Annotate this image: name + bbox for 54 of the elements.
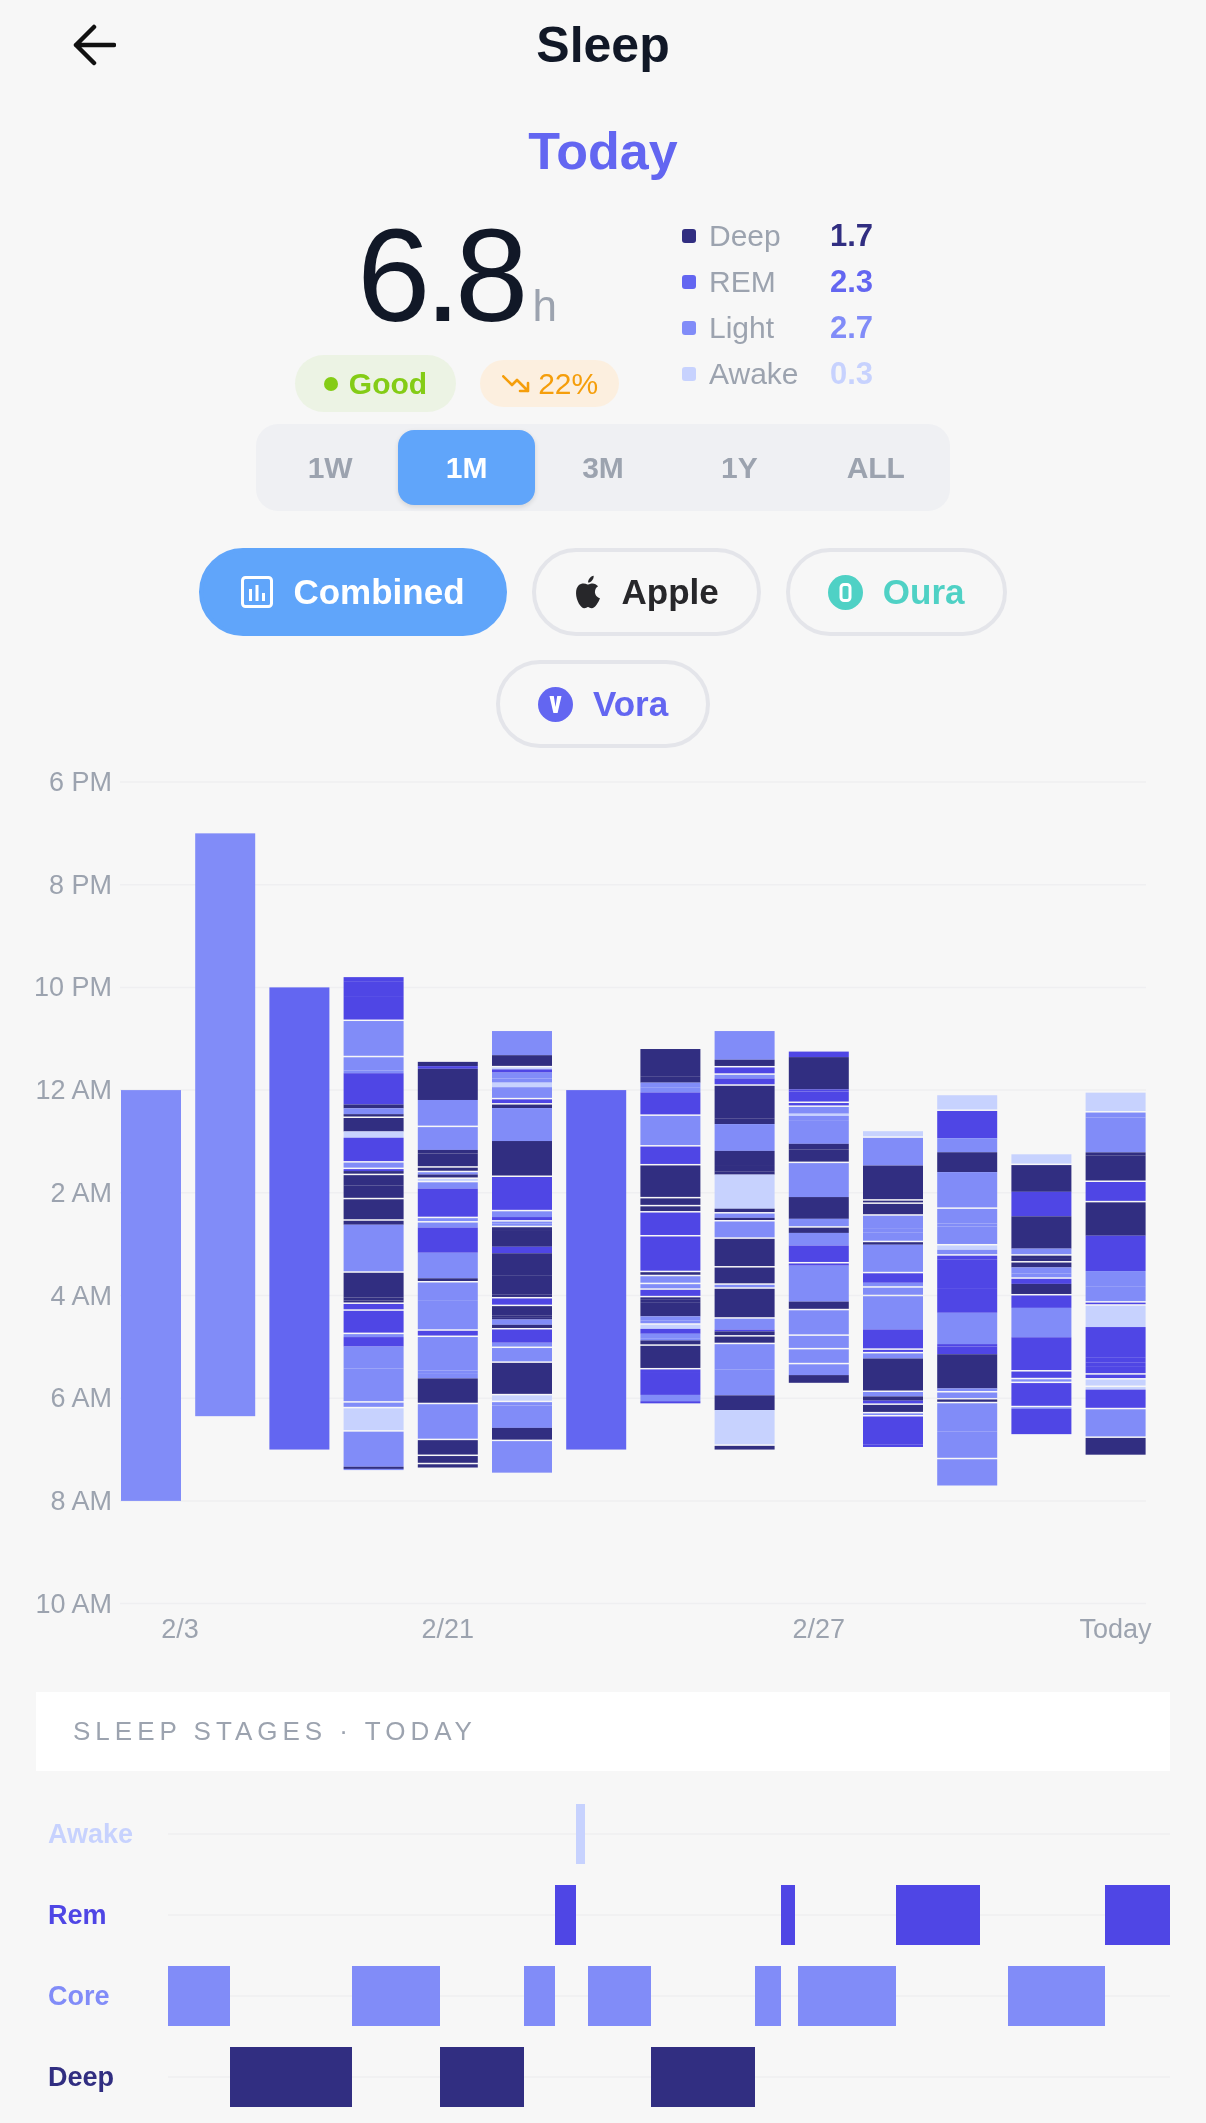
stage-segment [781,1885,795,1945]
y-axis-label: 4 AM [50,1280,112,1311]
ring-badge-icon [827,574,863,610]
trend-down-icon [502,374,531,393]
v-badge-icon [537,686,573,722]
stage-label: Deep [48,2062,115,2092]
total-hours: 6.8 [357,208,523,344]
stage-name: Awake [709,357,799,391]
stage-segment [1105,1885,1170,1945]
bar-chart-icon [241,576,274,608]
trend-value: 22% [538,366,599,401]
stage-label: Rem [48,1900,107,1930]
range-tab[interactable]: 1W [262,430,399,505]
apple-icon [573,575,602,609]
stage-segment [524,1966,555,2026]
y-axis-label: 10 PM [33,972,112,1003]
stage-label: Core [48,1981,110,2011]
range-tab[interactable]: ALL [807,430,944,505]
y-axis-label: 10 AM [35,1588,112,1619]
y-axis-label: 8 AM [50,1485,112,1516]
back-arrow-icon [72,24,116,66]
stage-hours: 1.7 [830,218,874,254]
y-axis-label: 8 PM [48,869,112,900]
period-title: Today [528,121,678,181]
y-axis-label: 6 AM [50,1383,112,1414]
x-axis-label: Today [1079,1614,1152,1644]
range-tab[interactable]: 1Y [671,430,808,505]
section-title: SLEEP STAGES · TODAY [73,1716,477,1747]
x-axis-label: 2/27 [792,1614,846,1644]
stage-segment [588,1966,651,2026]
stage-segment [168,1966,230,2026]
stage-segment [555,1885,576,1945]
screen-title: Sleep [536,16,670,75]
status-dot-icon [323,376,338,391]
x-axis-label: 2/3 [161,1614,199,1644]
stage-segment [576,1804,585,1864]
stage-segment [755,1966,781,2026]
stage-name: REM [709,265,776,299]
stage-name: Deep [709,219,781,253]
source-chip[interactable]: Combined [199,548,507,636]
stage-hours: 2.3 [830,264,874,300]
source-chip[interactable]: Oura [785,548,1007,636]
y-axis-label: 12 AM [35,1075,112,1106]
x-axis-label: 2/21 [421,1614,475,1644]
range-tab[interactable]: 3M [534,430,672,505]
stage-name: Light [709,311,775,345]
source-chip[interactable]: Vora [495,660,711,748]
y-axis-label: 2 AM [50,1177,112,1208]
stage-hours: 2.7 [830,310,874,346]
y-axis-label: 6 PM [48,767,112,797]
range-tab[interactable]: 1M [398,430,535,505]
quality-label: Good [348,366,428,401]
source-chip[interactable]: Apple [531,548,761,636]
hours-unit: h [532,281,557,331]
